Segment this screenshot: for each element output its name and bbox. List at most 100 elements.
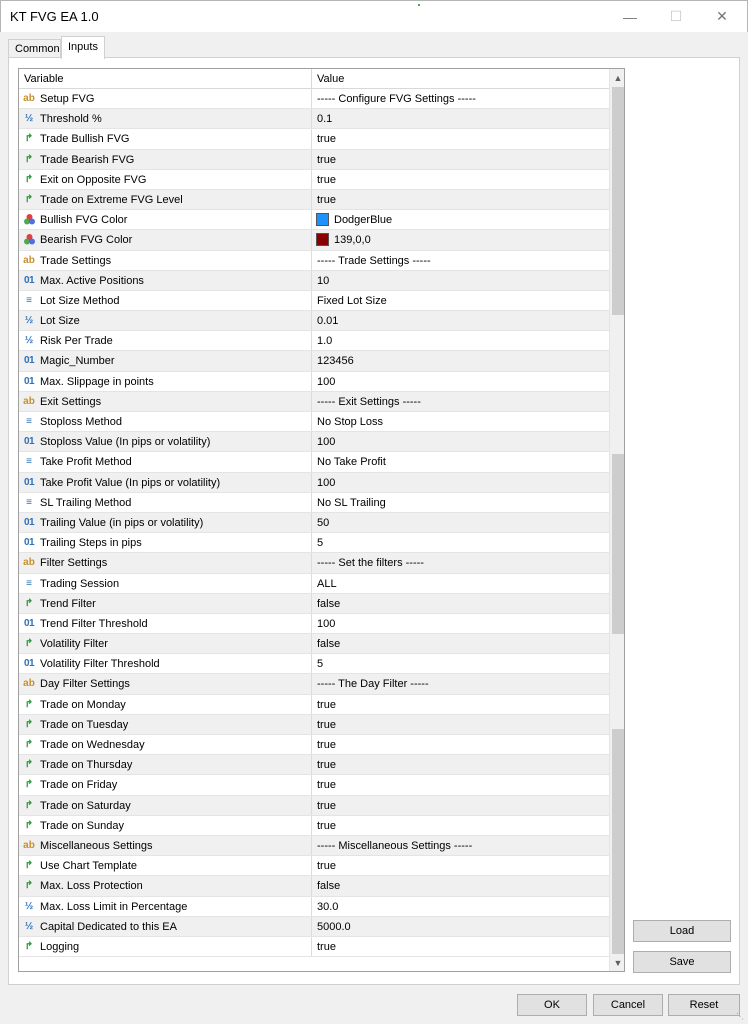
table-row[interactable]: ↱ Trade on Extreme FVG Level true (19, 189, 609, 211)
table-row[interactable]: ab Filter Settings ----- Set the filters -… (19, 553, 609, 574)
table-row[interactable]: ≡ Trading Session ALL (19, 573, 609, 594)
table-row[interactable]: 01 Stoploss Value (In pips or volatility)… (19, 432, 609, 453)
cancel-button[interactable]: Cancel (593, 994, 663, 1016)
table-row[interactable]: ↱ Trade on Monday true (19, 694, 609, 715)
variable-value[interactable]: 5 (317, 537, 323, 549)
variable-value[interactable]: ----- The Day Filter ----- (317, 678, 429, 690)
vertical-scrollbar[interactable]: ▲ ▼ (609, 69, 624, 971)
variable-value[interactable]: ----- Configure FVG Settings ----- (317, 93, 476, 105)
table-row[interactable]: ↱ Trade on Wednesday true (19, 735, 609, 756)
color-swatch[interactable] (316, 213, 329, 227)
variable-value[interactable]: true (317, 133, 336, 145)
table-row[interactable]: ↱ Trade on Sunday true (19, 815, 609, 836)
table-row[interactable]: ↱ Trade Bearish FVG true (19, 149, 609, 170)
variable-value[interactable]: 10 (317, 275, 329, 287)
table-row[interactable]: 01 Volatility Filter Threshold 5 (19, 654, 609, 675)
table-row[interactable]: ½ Risk Per Trade 1.0 (19, 331, 609, 352)
table-row[interactable]: 01 Trend Filter Threshold 100 (19, 613, 609, 635)
table-row[interactable]: ↱ Trade on Tuesday true (19, 714, 609, 735)
table-row[interactable]: ½ Threshold % 0.1 (19, 109, 609, 130)
table-row[interactable]: ↱ Max. Loss Protection false (19, 876, 609, 897)
column-divider[interactable] (311, 69, 312, 89)
variable-value[interactable]: 5000.0 (317, 921, 351, 933)
variable-value[interactable]: true (317, 699, 336, 711)
table-row[interactable]: ↱ Use Chart Template true (19, 856, 609, 877)
variable-value[interactable]: true (317, 860, 336, 872)
variable-value[interactable]: false (317, 598, 340, 610)
table-row[interactable]: ≡ SL Trailing Method No SL Trailing (19, 492, 609, 513)
table-row[interactable]: 01 Take Profit Value (In pips or volatili… (19, 472, 609, 493)
variable-value[interactable]: true (317, 154, 336, 166)
variable-value[interactable]: ----- Miscellaneous Settings ----- (317, 840, 472, 852)
table-row[interactable]: ↱ Trade on Friday true (19, 775, 609, 796)
variable-value[interactable]: ----- Exit Settings ----- (317, 396, 421, 408)
scrollbar-thumb[interactable] (612, 87, 624, 315)
variable-value[interactable]: true (317, 194, 336, 206)
variable-value[interactable]: ----- Trade Settings ----- (317, 255, 431, 267)
variable-value[interactable]: 0.01 (317, 315, 338, 327)
table-row[interactable]: ab Miscellaneous Settings ----- Miscellane… (19, 835, 609, 857)
table-row[interactable]: ab Day Filter Settings ----- The Day Filte… (19, 674, 609, 695)
table-row[interactable]: ≡ Stoploss Method No Stop Loss (19, 412, 609, 433)
variable-value[interactable]: 123456 (317, 355, 354, 367)
variable-value[interactable]: 100 (317, 477, 335, 489)
load-button[interactable]: Load (633, 920, 731, 942)
table-row[interactable]: ↱ Exit on Opposite FVG true (19, 169, 609, 190)
variable-value[interactable]: Fixed Lot Size (317, 295, 387, 307)
variable-value[interactable]: true (317, 174, 336, 186)
variable-value[interactable]: true (317, 739, 336, 751)
variable-value[interactable]: true (317, 820, 336, 832)
table-row[interactable]: 01 Magic_Number 123456 (19, 351, 609, 372)
variable-value[interactable]: true (317, 800, 336, 812)
table-row[interactable]: ↱ Volatility Filter false (19, 634, 609, 655)
table-row[interactable]: ↱ Trade on Saturday true (19, 795, 609, 816)
variable-value[interactable]: true (317, 779, 336, 791)
variable-value[interactable]: 0.1 (317, 113, 332, 125)
variable-value[interactable]: true (317, 759, 336, 771)
table-row[interactable]: ab Trade Settings ----- Trade Settings ---… (19, 250, 609, 271)
column-header-value[interactable]: Value (317, 73, 344, 85)
variable-value[interactable]: No Take Profit (317, 456, 386, 468)
table-row[interactable]: 01 Trailing Value (in pips or volatility)… (19, 512, 609, 534)
variable-value[interactable]: 50 (317, 517, 329, 529)
tab-common[interactable]: Common (8, 39, 61, 59)
variable-value[interactable]: DodgerBlue (334, 214, 392, 226)
minimize-icon[interactable]: — (607, 1, 653, 32)
table-row[interactable]: ½ Capital Dedicated to this EA 5000.0 (19, 916, 609, 937)
variable-value[interactable]: true (317, 941, 336, 953)
table-row[interactable]: 01 Trailing Steps in pips 5 (19, 533, 609, 554)
close-icon[interactable]: ✕ (699, 1, 745, 32)
scroll-down-icon[interactable]: ▼ (610, 954, 624, 971)
maximize-icon[interactable]: ☐ (653, 1, 699, 32)
variable-value[interactable]: 100 (317, 618, 335, 630)
table-row[interactable]: ab Setup FVG ----- Configure FVG Settings … (19, 89, 609, 110)
variable-value[interactable]: 1.0 (317, 335, 332, 347)
scrollbar-thumb[interactable] (612, 454, 624, 634)
variable-value[interactable]: ----- Set the filters ----- (317, 557, 424, 569)
table-row[interactable]: ≡ Lot Size Method Fixed Lot Size (19, 290, 609, 312)
reset-button[interactable]: Reset (668, 994, 740, 1016)
table-row[interactable]: 01 Max. Slippage in points 100 (19, 371, 609, 392)
variable-value[interactable]: No SL Trailing (317, 497, 386, 509)
table-row[interactable]: ½ Max. Loss Limit in Percentage 30.0 (19, 896, 609, 917)
scroll-up-icon[interactable]: ▲ (610, 69, 624, 86)
scrollbar-thumb[interactable] (612, 729, 624, 954)
table-row[interactable]: Bullish FVG Color DodgerBlue (19, 210, 609, 231)
table-row[interactable]: ↱ Trade Bullish FVG true (19, 129, 609, 150)
variable-value[interactable]: ALL (317, 578, 337, 590)
variable-value[interactable]: 30.0 (317, 901, 338, 913)
variable-value[interactable]: No Stop Loss (317, 416, 383, 428)
variable-value[interactable]: true (317, 719, 336, 731)
resize-grip-icon[interactable]: ⋱ (736, 1012, 746, 1022)
table-row[interactable]: ab Exit Settings ----- Exit Settings ----- (19, 391, 609, 412)
variable-value[interactable]: false (317, 880, 340, 892)
variable-value[interactable]: 5 (317, 658, 323, 670)
column-header-variable[interactable]: Variable (24, 73, 64, 85)
tab-inputs[interactable]: Inputs (61, 36, 105, 59)
table-row[interactable]: ≡ Take Profit Method No Take Profit (19, 452, 609, 473)
table-row[interactable]: ↱ Trend Filter false (19, 593, 609, 614)
save-button[interactable]: Save (633, 951, 731, 973)
table-row[interactable]: ↱ Logging true (19, 936, 609, 958)
table-row[interactable]: ½ Lot Size 0.01 (19, 311, 609, 332)
ok-button[interactable]: OK (517, 994, 587, 1016)
